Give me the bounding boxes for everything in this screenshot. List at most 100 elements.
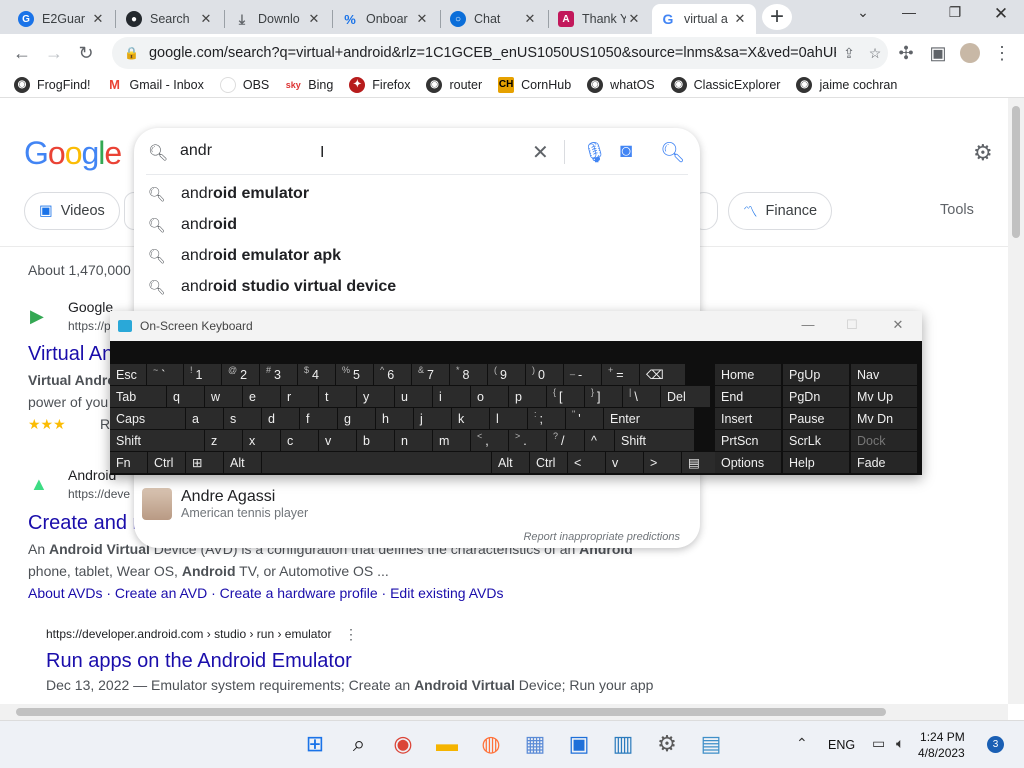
close-icon[interactable]: ✕ (626, 11, 642, 27)
key-r[interactable]: r (281, 386, 319, 407)
key-3[interactable]: #3 (260, 364, 298, 385)
notification-badge[interactable]: 3 (987, 736, 1004, 753)
key-.[interactable]: >. (509, 430, 547, 451)
minimize-button[interactable]: — (798, 317, 818, 332)
close-button[interactable]: ✕ (888, 317, 908, 333)
bookmark-gmail[interactable]: M Gmail - Inbox (107, 77, 204, 93)
tab-1[interactable]: ● Search ✕ (118, 4, 222, 34)
key-j[interactable]: j (414, 408, 452, 429)
key-k[interactable]: k (452, 408, 490, 429)
key-pgup[interactable]: PgUp (783, 364, 850, 385)
key-u[interactable]: u (395, 386, 433, 407)
key-dock[interactable]: Dock (851, 430, 918, 451)
tab-4[interactable]: ○ Chat ✕ (442, 4, 546, 34)
scroll-thumb[interactable] (16, 708, 886, 716)
key-o[interactable]: o (471, 386, 509, 407)
result-3-cite[interactable]: https://developer.android.com › studio ›… (46, 627, 331, 641)
tab-3[interactable]: % Onboar ✕ (334, 4, 438, 34)
key-0[interactable]: ) 0 (526, 364, 564, 385)
store-icon[interactable]: ▣ (566, 731, 592, 757)
key-options[interactable]: Options (715, 452, 782, 473)
key-f[interactable]: f (300, 408, 338, 429)
key-q[interactable]: q (167, 386, 205, 407)
key-n[interactable]: n (395, 430, 433, 451)
key-h[interactable]: h (376, 408, 414, 429)
forward-button[interactable]: → (40, 39, 68, 67)
key-9[interactable]: (9 (488, 364, 526, 385)
key-`[interactable]: ~ ` (147, 364, 184, 385)
bookmark-bing[interactable]: sky Bing (285, 77, 334, 93)
report-predictions-link[interactable]: Report inappropriate predictions (523, 531, 680, 543)
url-text[interactable]: google.com/search?q=virtual+android&rlz=… (149, 45, 836, 61)
bookmark-frogfind[interactable]: ◉ FrogFind! (14, 76, 91, 93)
more-options-icon[interactable]: ⋮ (344, 626, 358, 643)
vertical-scrollbar[interactable] (1008, 98, 1024, 704)
remote-icon[interactable]: ▥ (610, 731, 636, 757)
close-icon[interactable]: ✕ (198, 11, 214, 27)
key-mv-up[interactable]: Mv Up (851, 386, 918, 407)
close-icon[interactable]: ✕ (522, 11, 538, 27)
key-pause[interactable]: Pause (783, 408, 850, 429)
key-5[interactable]: % 5 (336, 364, 374, 385)
key-m[interactable]: m (433, 430, 471, 451)
key-2[interactable]: @2 (222, 364, 260, 385)
key-<[interactable]: < (568, 452, 606, 473)
new-tab-button[interactable]: + (762, 3, 792, 30)
chip-finance[interactable]: 〽 Finance (728, 192, 833, 230)
bookmark-obs[interactable]: OBS (219, 76, 269, 93)
bookmark-router[interactable]: ◉ router (426, 76, 482, 93)
key-fn[interactable]: Fn (110, 452, 148, 473)
windows-start-icon[interactable]: ⊞ (302, 731, 328, 757)
chip-videos[interactable]: ▣ Videos (24, 192, 120, 230)
key-/[interactable]: ? / (547, 430, 585, 451)
key--[interactable]: _ - (564, 364, 602, 385)
key-tab[interactable]: Tab (110, 386, 167, 407)
tools-button[interactable]: Tools (940, 202, 974, 218)
key-help[interactable]: Help (783, 452, 850, 473)
key-nav[interactable]: Nav (851, 364, 918, 385)
key-8[interactable]: * 8 (450, 364, 488, 385)
photos-icon[interactable]: ▦ (522, 731, 548, 757)
address-bar[interactable]: 🔒 google.com/search?q=virtual+android&rl… (112, 37, 888, 69)
share-icon[interactable]: ⇪ (836, 45, 862, 62)
key-shift[interactable]: Shift (615, 430, 695, 451)
scroll-thumb[interactable] (1012, 106, 1020, 238)
network-icon[interactable]: ▭ (872, 735, 885, 752)
settings-icon[interactable]: ⚙ (654, 731, 680, 757)
horizontal-scrollbar[interactable] (0, 704, 1008, 720)
result-2-cite[interactable]: https://deve (68, 487, 130, 501)
tab-0[interactable]: G E2Guar ✕ (10, 4, 114, 34)
suggestion-entity[interactable]: Andre Agassi American tennis player (142, 488, 308, 520)
key-space[interactable] (262, 452, 492, 473)
control-panel-icon[interactable]: ▤ (698, 731, 724, 757)
key-d[interactable]: d (262, 408, 300, 429)
language-indicator[interactable]: ENG (828, 738, 855, 752)
result-2-sitelinks[interactable]: About AVDs · Create an AVD · Create a ha… (28, 585, 503, 601)
key-g[interactable]: g (338, 408, 376, 429)
key-y[interactable]: y (357, 386, 395, 407)
search-input[interactable]: andr (180, 142, 212, 160)
key-fade[interactable]: Fade (851, 452, 918, 473)
key-scrlk[interactable]: ScrLk (783, 430, 850, 451)
key-prtscn[interactable]: PrtScn (715, 430, 782, 451)
key->[interactable]: > (644, 452, 682, 473)
tab-5[interactable]: A Thank Y ✕ (550, 4, 650, 34)
key-v[interactable]: v (606, 452, 644, 473)
key-t[interactable]: t (319, 386, 357, 407)
google-logo[interactable]: Google (24, 135, 122, 172)
key-=[interactable]: + = (602, 364, 640, 385)
maximize-button[interactable]: ☐ (842, 317, 862, 333)
suggestion-item[interactable]: 🔍︎ andr oid emulator (148, 180, 309, 208)
bookmark-whatos[interactable]: ◉ whatOS (587, 76, 655, 93)
search-submit-icon[interactable]: 🔍︎ (660, 140, 685, 165)
clock[interactable]: 1:24 PM 4/8/2023 (918, 729, 965, 761)
key-s[interactable]: s (224, 408, 262, 429)
key-a[interactable]: a (186, 408, 224, 429)
key-;[interactable]: :; (528, 408, 566, 429)
volume-icon[interactable]: 🔈︎ (896, 735, 904, 752)
key-alt[interactable]: Alt (492, 452, 530, 473)
key-i[interactable]: i (433, 386, 471, 407)
key-l[interactable]: l (490, 408, 528, 429)
search-icon[interactable]: ⌕ (346, 731, 372, 757)
bookmark-cornhub[interactable]: CH CornHub (498, 76, 571, 93)
